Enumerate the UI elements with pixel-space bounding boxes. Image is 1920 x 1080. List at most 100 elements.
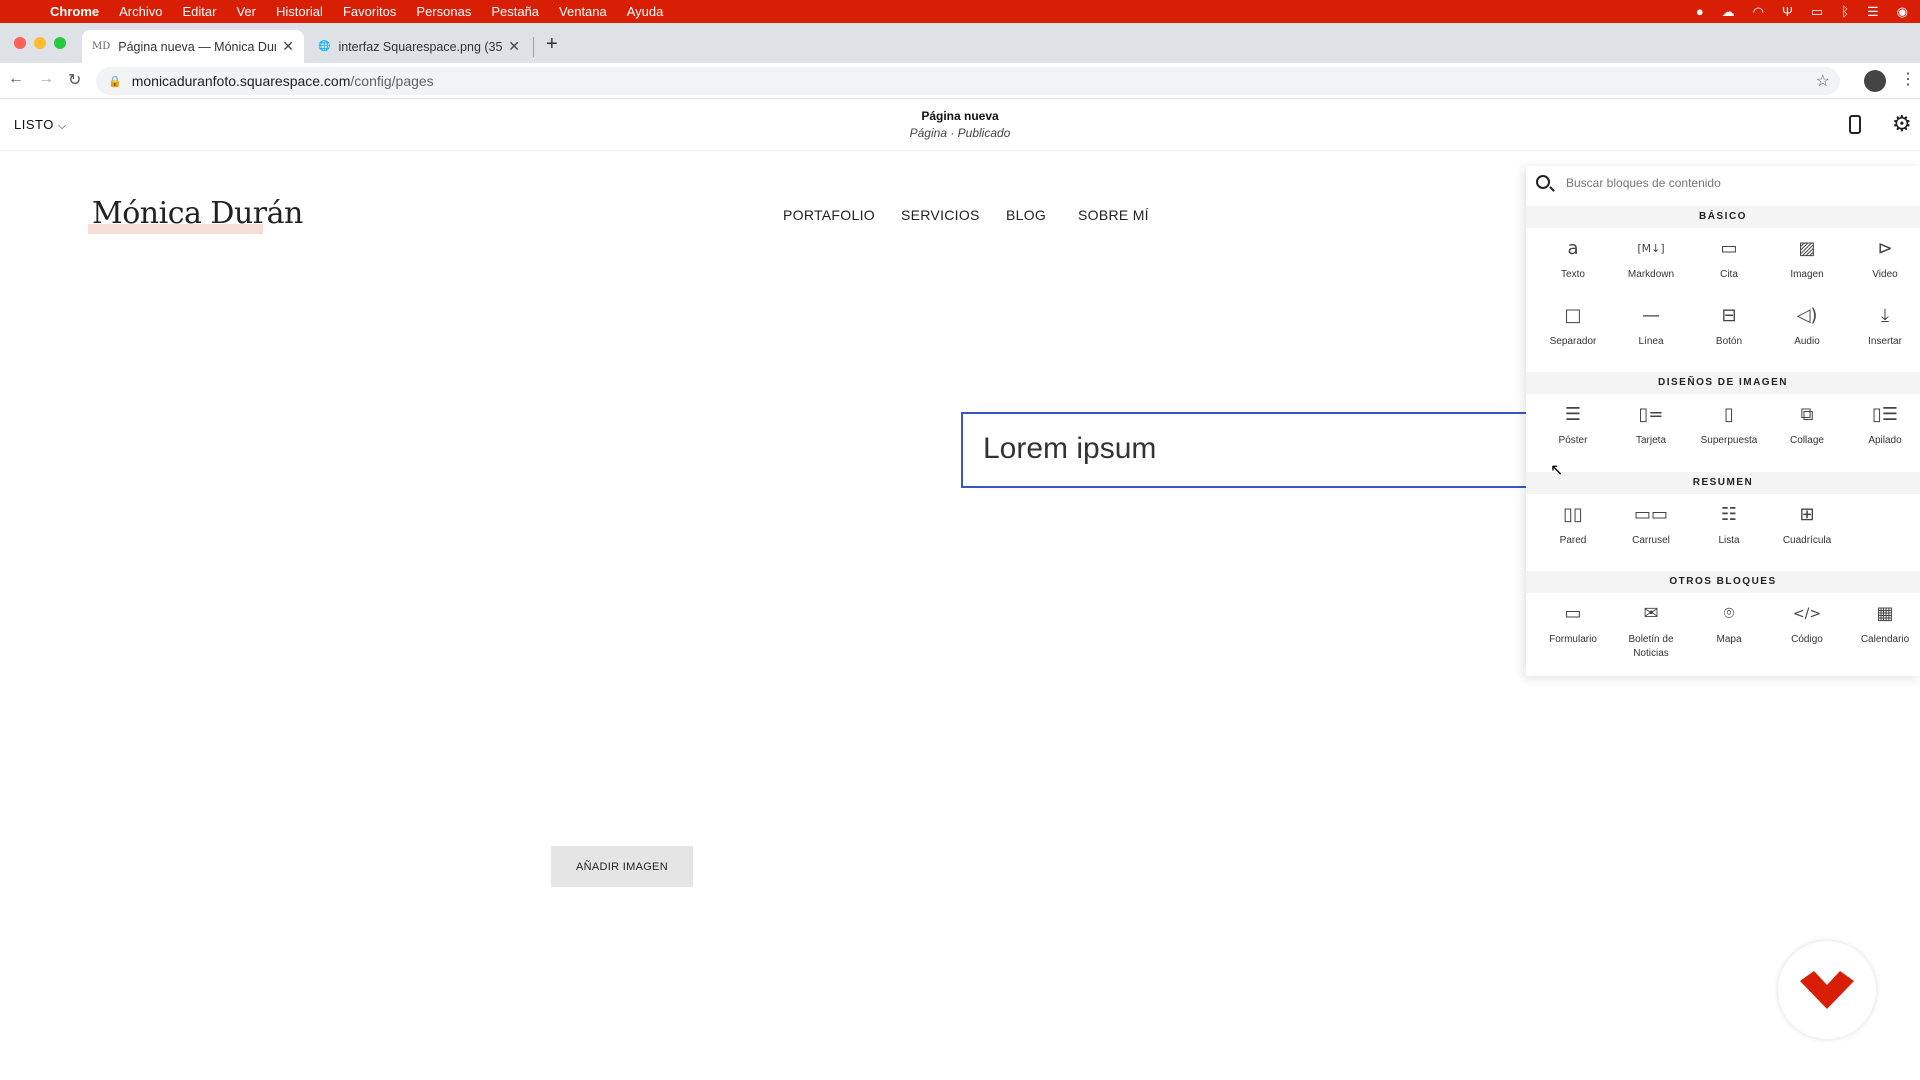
block-markdown[interactable]: [M↓] Markdown: [1612, 236, 1690, 282]
block-tarjeta[interactable]: ▯= Tarjeta: [1612, 402, 1690, 448]
block-imagen[interactable]: ▨ Imagen: [1768, 236, 1846, 282]
wifi-icon[interactable]: ◠: [1753, 4, 1764, 20]
cloud-icon[interactable]: ☁: [1722, 4, 1735, 20]
text-block-selected[interactable]: Lorem ipsum: [961, 412, 1526, 488]
bookmark-star-icon[interactable]: ☆: [1816, 71, 1830, 91]
search-input[interactable]: [1566, 176, 1906, 190]
video-icon: ⊳: [1877, 238, 1893, 259]
block-label: Superpuesta: [1700, 435, 1758, 446]
block-boton[interactable]: ⊟ Botón: [1690, 303, 1768, 349]
block-carrusel[interactable]: ▭▭ Carrusel: [1612, 502, 1690, 548]
block-label: Insertar: [1868, 336, 1902, 347]
block-label: Imagen: [1790, 269, 1824, 280]
record-icon[interactable]: ●: [1696, 4, 1704, 19]
reload-icon[interactable]: ↻: [68, 70, 81, 90]
tab-interfaz-png[interactable]: 🌐 interfaz Squarespace.png (358 ✕: [308, 30, 530, 63]
wall-icon: ▯▯: [1563, 504, 1583, 525]
lock-icon[interactable]: 🔒: [108, 75, 122, 88]
text-block-content[interactable]: Lorem ipsum: [983, 432, 1156, 466]
minimize-window-button[interactable]: [34, 37, 46, 49]
globe-icon: 🌐: [318, 41, 331, 52]
block-label: Cuadrícula: [1782, 535, 1832, 546]
address-bar[interactable]: 🔒 monicaduranfoto.squarespace.com /confi…: [96, 67, 1840, 95]
tab-title: Página nueva — Mónica Durán: [118, 39, 277, 54]
more-menu-icon[interactable]: ⋮: [1900, 69, 1916, 89]
block-boletin[interactable]: ✉ Boletín de Noticias: [1612, 601, 1690, 661]
menu-ventana[interactable]: Ventana: [549, 4, 617, 19]
signal-icon[interactable]: Ψ: [1782, 4, 1793, 19]
nav-servicios[interactable]: SERVICIOS: [901, 207, 980, 223]
line-icon: —: [1642, 305, 1660, 326]
quote-icon: ▭: [1720, 238, 1738, 259]
siri-icon[interactable]: ◉: [1897, 4, 1908, 20]
page-title-area: Página nueva Página · Publicado: [0, 109, 1920, 140]
block-label: Markdown: [1627, 269, 1675, 280]
menu-archivo[interactable]: Archivo: [109, 4, 172, 19]
close-tab-icon[interactable]: ✕: [282, 38, 294, 55]
forward-icon[interactable]: →: [38, 70, 54, 88]
block-formulario[interactable]: ▭ Formulario: [1534, 601, 1612, 647]
nav-portafolio[interactable]: PORTAFOLIO: [783, 207, 875, 223]
block-calendario[interactable]: ▦ Calendario: [1846, 601, 1920, 647]
site-logo[interactable]: Mónica Durán: [92, 196, 303, 231]
menu-pestana[interactable]: Pestaña: [481, 4, 549, 19]
menu-ayuda[interactable]: Ayuda: [617, 4, 674, 19]
gear-icon[interactable]: ⚙: [1892, 111, 1912, 137]
add-image-button[interactable]: AÑADIR IMAGEN: [551, 846, 693, 887]
block-cuadricula[interactable]: ⊞ Cuadrícula: [1768, 502, 1846, 548]
close-tab-icon[interactable]: ✕: [508, 38, 520, 55]
status-icons: ● ☁ ◠ Ψ ▭ ᛒ ☰ ◉: [1696, 4, 1920, 20]
menu-historial[interactable]: Historial: [266, 4, 333, 19]
block-label: Línea: [1638, 336, 1664, 347]
block-pared[interactable]: ▯▯ Pared: [1534, 502, 1612, 548]
back-icon[interactable]: ←: [8, 70, 24, 88]
block-codigo[interactable]: </> Código: [1768, 601, 1846, 647]
menu-personas[interactable]: Personas: [406, 4, 481, 19]
block-video[interactable]: ⊳ Video: [1846, 236, 1920, 282]
block-superpuesta[interactable]: ▯ Superpuesta: [1690, 402, 1768, 448]
block-insertar[interactable]: ⤓ Insertar: [1846, 303, 1920, 349]
bluetooth-icon[interactable]: ᛒ: [1841, 4, 1849, 19]
menu-app-name[interactable]: Chrome: [40, 4, 109, 19]
mobile-preview-icon[interactable]: [1849, 115, 1861, 134]
tab-pagina-nueva[interactable]: MD Página nueva — Mónica Durán ✕: [82, 30, 304, 63]
profile-avatar[interactable]: [1864, 70, 1886, 92]
block-audio[interactable]: ◁) Audio: [1768, 303, 1846, 349]
block-label: Boletín de Noticias: [1628, 634, 1674, 659]
section-disenos-imagen: DISEÑOS DE IMAGEN: [1526, 372, 1920, 394]
block-label: Calendario: [1860, 634, 1910, 645]
block-texto[interactable]: a Texto: [1534, 236, 1612, 282]
block-search: [1526, 166, 1920, 206]
block-separador[interactable]: □ Separador: [1534, 303, 1612, 349]
browser-toolbar: ← → ↻ 🔒 monicaduranfoto.squarespace.com …: [0, 63, 1920, 99]
block-collage[interactable]: ⧉ Collage: [1768, 402, 1846, 448]
block-label: Apilado: [1868, 435, 1902, 446]
battery-icon[interactable]: ▭: [1811, 4, 1823, 20]
markdown-icon: [M↓]: [1637, 242, 1665, 255]
section-otros-bloques: OTROS BLOQUES: [1526, 571, 1920, 593]
nav-sobre-mi[interactable]: SOBRE MÍ: [1078, 207, 1149, 223]
close-window-button[interactable]: [14, 37, 26, 49]
editor-header: LISTO ⌵ Página nueva Página · Publicado ⚙: [0, 99, 1920, 151]
block-label: Formulario: [1549, 634, 1597, 645]
nav-blog[interactable]: BLOG: [1006, 207, 1046, 223]
new-tab-icon[interactable]: +: [546, 33, 558, 56]
section-basico: BÁSICO: [1526, 206, 1920, 228]
menu-editar[interactable]: Editar: [172, 4, 226, 19]
newsletter-icon: ✉: [1643, 603, 1659, 624]
block-linea[interactable]: — Línea: [1612, 303, 1690, 349]
menu-favoritos[interactable]: Favoritos: [333, 4, 406, 19]
block-lista[interactable]: ☷ Lista: [1690, 502, 1768, 548]
block-poster[interactable]: ☰ Póster: [1534, 402, 1612, 448]
stack-icon: ▯☰: [1871, 404, 1899, 425]
page-title: Página nueva: [921, 109, 999, 123]
block-apilado[interactable]: ▯☰ Apilado: [1846, 402, 1920, 448]
zoom-window-button[interactable]: [54, 37, 66, 49]
block-mapa[interactable]: ⌾ Mapa: [1690, 601, 1768, 647]
block-cita[interactable]: ▭ Cita: [1690, 236, 1768, 282]
control-center-icon[interactable]: ☰: [1867, 4, 1879, 20]
menu-ver[interactable]: Ver: [226, 4, 266, 19]
block-label: Póster: [1558, 435, 1588, 446]
block-label: Pared: [1559, 535, 1587, 546]
search-icon: [1536, 175, 1550, 189]
